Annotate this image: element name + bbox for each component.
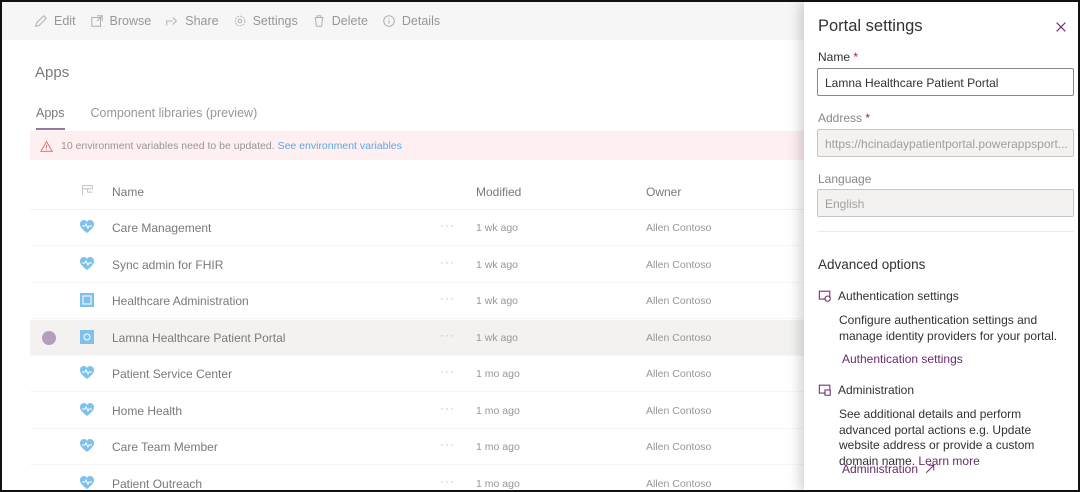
language-label: Language — [818, 172, 872, 186]
administration-description: See additional details and perform advan… — [839, 407, 1035, 468]
authentication-settings-link[interactable]: Authentication settings — [842, 352, 963, 366]
authentication-description: Configure authentication settings and ma… — [839, 313, 1058, 343]
language-field: English — [817, 189, 1074, 217]
address-field: https://hcinadaypatientportal.powerappsp… — [817, 129, 1074, 157]
window-frame: Edit Browse Share Settings Delete Detail… — [0, 0, 1080, 492]
dim-overlay — [2, 2, 804, 490]
administration-icon — [818, 384, 831, 396]
advanced-options-title: Advanced options — [818, 257, 926, 272]
administration-link[interactable]: Administration — [842, 462, 936, 476]
name-field[interactable]: Lamna Healthcare Patient Portal — [817, 68, 1074, 96]
close-icon[interactable] — [1054, 20, 1068, 34]
authentication-section-title: Authentication settings — [818, 289, 959, 303]
external-link-icon — [925, 464, 935, 474]
panel-divider — [817, 231, 1074, 232]
administration-section-title: Administration — [818, 383, 914, 397]
portal-settings-panel: Portal settings Name * Lamna Healthcare … — [804, 2, 1078, 490]
apps-page: Edit Browse Share Settings Delete Detail… — [2, 2, 804, 490]
name-label: Name * — [818, 50, 859, 64]
address-label: Address * — [818, 111, 871, 125]
panel-title: Portal settings — [818, 17, 923, 35]
auth-settings-icon — [818, 290, 831, 302]
